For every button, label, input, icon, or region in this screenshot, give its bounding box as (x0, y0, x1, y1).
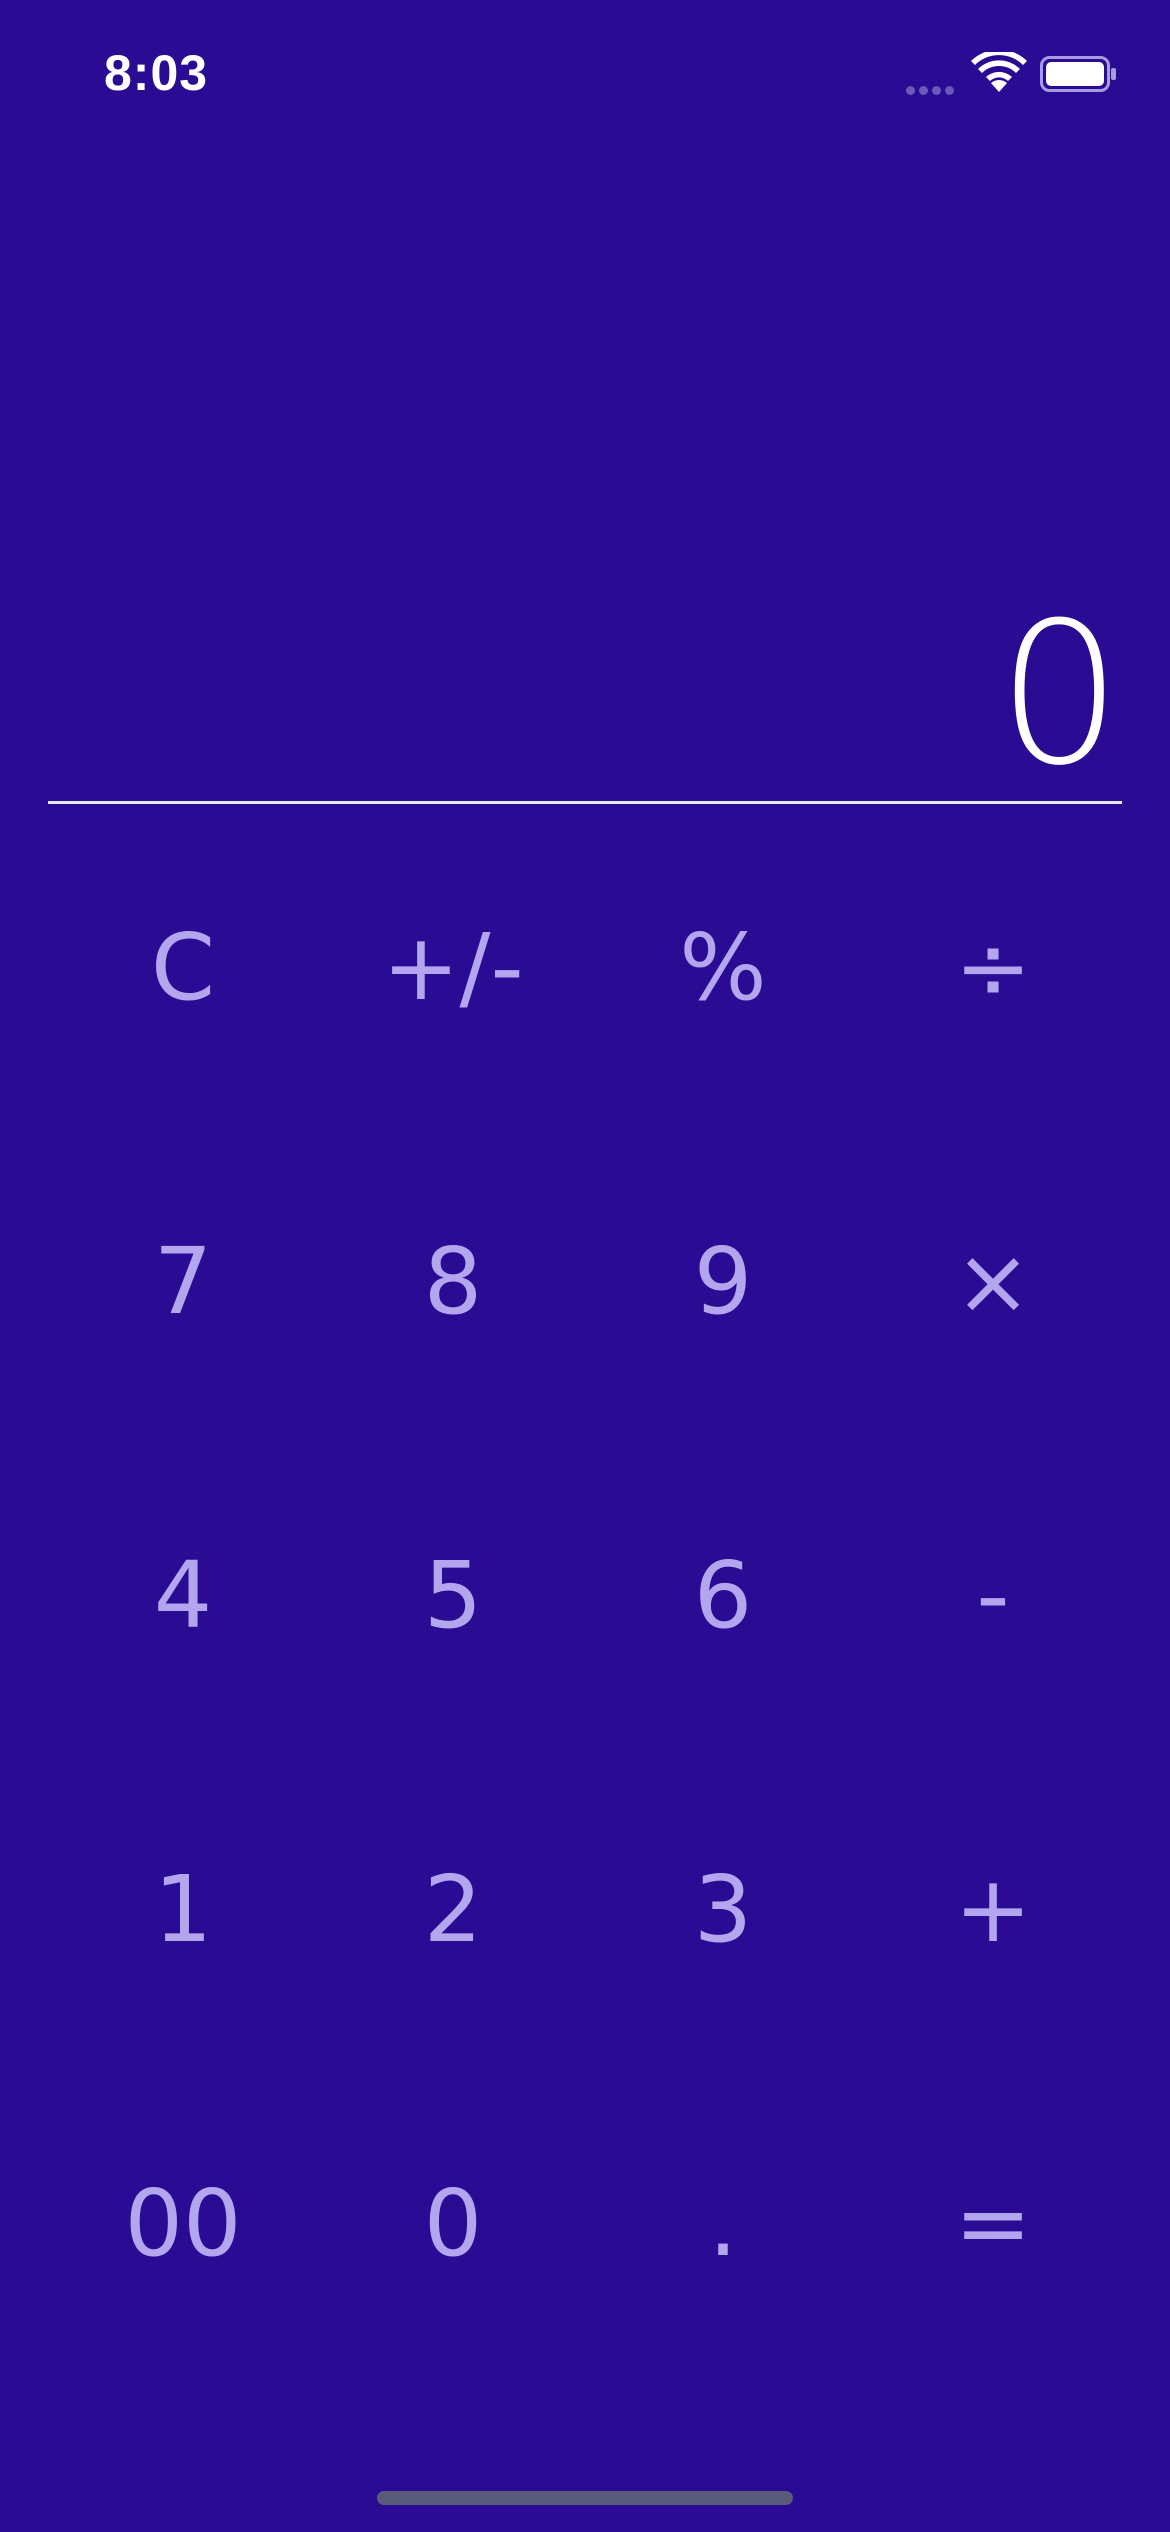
display-value: 0 (997, 581, 1122, 809)
digit-5-button[interactable]: 5 (318, 1438, 588, 1752)
digit-4-button[interactable]: 4 (48, 1438, 318, 1752)
digit-0-button[interactable]: 0 (318, 2066, 588, 2380)
percent-button[interactable]: % (588, 810, 858, 1124)
calculator-display: 0 (48, 560, 1122, 800)
digit-1-button[interactable]: 1 (48, 1752, 318, 2066)
equals-button[interactable]: = (858, 2066, 1128, 2380)
digit-7-button[interactable]: 7 (48, 1124, 318, 1438)
multiply-button[interactable]: × (858, 1124, 1128, 1438)
subtract-button[interactable]: - (858, 1438, 1128, 1752)
digit-2-button[interactable]: 2 (318, 1752, 588, 2066)
keypad: C +/-% ÷ 7 8 9 × 4 5 6- 1 2 3 +00 0. = (48, 810, 1128, 2390)
digit-6-button[interactable]: 6 (588, 1438, 858, 1752)
wifi-icon (971, 52, 1027, 92)
cellular-signal-icon (906, 80, 960, 95)
divide-button[interactable]: ÷ (858, 810, 1128, 1124)
digit-8-button[interactable]: 8 (318, 1124, 588, 1438)
decimal-button[interactable]: . (588, 2066, 858, 2380)
digit-9-button[interactable]: 9 (588, 1124, 858, 1438)
double-zero-button[interactable]: 00 (48, 2066, 318, 2380)
digit-3-button[interactable]: 3 (588, 1752, 858, 2066)
add-button[interactable]: + (858, 1752, 1128, 2066)
clear-button[interactable]: C (48, 810, 318, 1124)
status-bar: 8:03 (0, 0, 1170, 150)
status-time: 8:03 (104, 45, 209, 101)
home-indicator[interactable] (377, 2491, 793, 2505)
battery-full-icon (1040, 56, 1116, 92)
sign-toggle-button[interactable]: +/- (318, 810, 588, 1124)
display-divider (48, 801, 1122, 804)
